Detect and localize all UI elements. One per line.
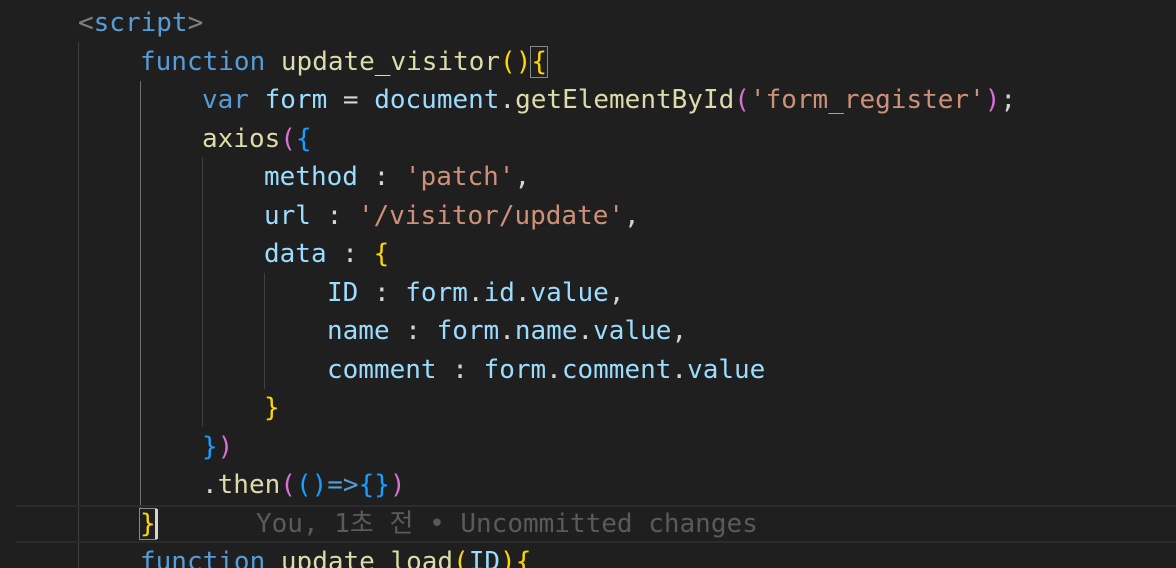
- token: <: [78, 8, 94, 38]
- code-line[interactable]: var form = document.getElementById('form…: [0, 81, 1176, 119]
- token: =>: [327, 470, 359, 500]
- code-line[interactable]: function update_load(ID){: [0, 543, 1176, 568]
- text-cursor: [155, 509, 158, 539]
- code-line[interactable]: }): [0, 428, 1176, 466]
- code-line[interactable]: name : form.name.value,: [0, 312, 1176, 350]
- code-line[interactable]: axios({: [0, 120, 1176, 158]
- token: }: [264, 393, 280, 423]
- token: ): [984, 85, 1001, 115]
- token: (: [453, 547, 469, 568]
- token: 'patch': [404, 162, 515, 192]
- token: form: [405, 278, 468, 308]
- token: var: [202, 85, 249, 115]
- token: value: [593, 316, 672, 346]
- token: form: [264, 85, 328, 115]
- token: comment: [327, 355, 437, 385]
- token: ID: [327, 278, 359, 308]
- current-line[interactable]: } You, 1초 전 • Uncommitted changes: [16, 505, 1176, 543]
- token: ,: [624, 201, 640, 231]
- token: .: [467, 278, 484, 308]
- token: :: [357, 162, 405, 192]
- token: update_visitor: [280, 47, 501, 77]
- token: data: [264, 239, 327, 269]
- token: {: [295, 124, 312, 154]
- bracket-match: }: [139, 508, 157, 540]
- token: (: [280, 470, 296, 500]
- token: }: [202, 432, 218, 462]
- token: function: [140, 47, 266, 77]
- token: {: [358, 470, 375, 500]
- token: getElementById: [515, 85, 735, 115]
- token: script: [93, 8, 188, 38]
- code-line[interactable]: <script>: [0, 4, 1176, 42]
- token: .: [577, 316, 594, 346]
- token: .: [546, 355, 562, 385]
- token: axios: [202, 124, 281, 154]
- token: (: [734, 85, 750, 115]
- token: .: [202, 470, 218, 500]
- token: .: [499, 316, 515, 346]
- token: {: [373, 239, 390, 269]
- code-line[interactable]: url : '/visitor/update',: [0, 197, 1176, 235]
- token: ,: [514, 162, 531, 192]
- token: function: [140, 547, 266, 568]
- code-line[interactable]: function update_visitor(){: [0, 43, 1176, 81]
- token: :: [326, 239, 374, 269]
- token: method: [264, 162, 358, 192]
- token: }: [374, 470, 390, 500]
- git-blame-annotation: You, 1초 전 • Uncommitted changes: [256, 509, 758, 539]
- token: ;: [1000, 85, 1017, 115]
- token: ): [389, 470, 406, 500]
- code-line[interactable]: comment : form.comment.value: [0, 351, 1176, 389]
- token: form: [436, 316, 500, 346]
- token: :: [436, 355, 484, 385]
- token: form: [483, 355, 547, 385]
- token: value: [687, 355, 766, 385]
- token: (: [295, 470, 312, 500]
- token: .: [671, 355, 688, 385]
- code-line[interactable]: .then(()=>{}): [0, 466, 1176, 504]
- token: name: [514, 316, 578, 346]
- token: ): [500, 547, 516, 568]
- token: {: [515, 547, 532, 568]
- token: =: [327, 85, 375, 115]
- token: ): [311, 470, 328, 500]
- token: then: [217, 470, 281, 500]
- token: update_load: [280, 547, 454, 568]
- token: name: [327, 316, 390, 346]
- token: ID: [468, 547, 501, 568]
- code-line[interactable]: }: [0, 389, 1176, 427]
- token: 'form_register': [749, 85, 985, 115]
- token: .: [499, 85, 516, 115]
- code-line[interactable]: data : {: [0, 235, 1176, 273]
- token: ,: [608, 278, 625, 308]
- token: :: [389, 316, 437, 346]
- token: ): [515, 47, 532, 77]
- code-line[interactable]: method : 'patch',: [0, 158, 1176, 196]
- token: (: [280, 124, 296, 154]
- token: '/visitor/update': [357, 201, 625, 231]
- token: .: [514, 278, 531, 308]
- code-line[interactable]: ID : form.id.value,: [0, 274, 1176, 312]
- token: (: [500, 47, 516, 77]
- token: document: [374, 85, 500, 115]
- token: :: [310, 201, 358, 231]
- token: ,: [671, 316, 688, 346]
- token: id: [483, 278, 515, 308]
- bracket-match: {: [530, 46, 548, 78]
- token: ): [217, 432, 234, 462]
- token: url: [264, 201, 311, 231]
- token: comment: [561, 355, 672, 385]
- token: >: [187, 8, 204, 38]
- code-editor[interactable]: <script> function update_visitor(){ var …: [0, 0, 1176, 568]
- token: :: [358, 278, 406, 308]
- token: value: [530, 278, 609, 308]
